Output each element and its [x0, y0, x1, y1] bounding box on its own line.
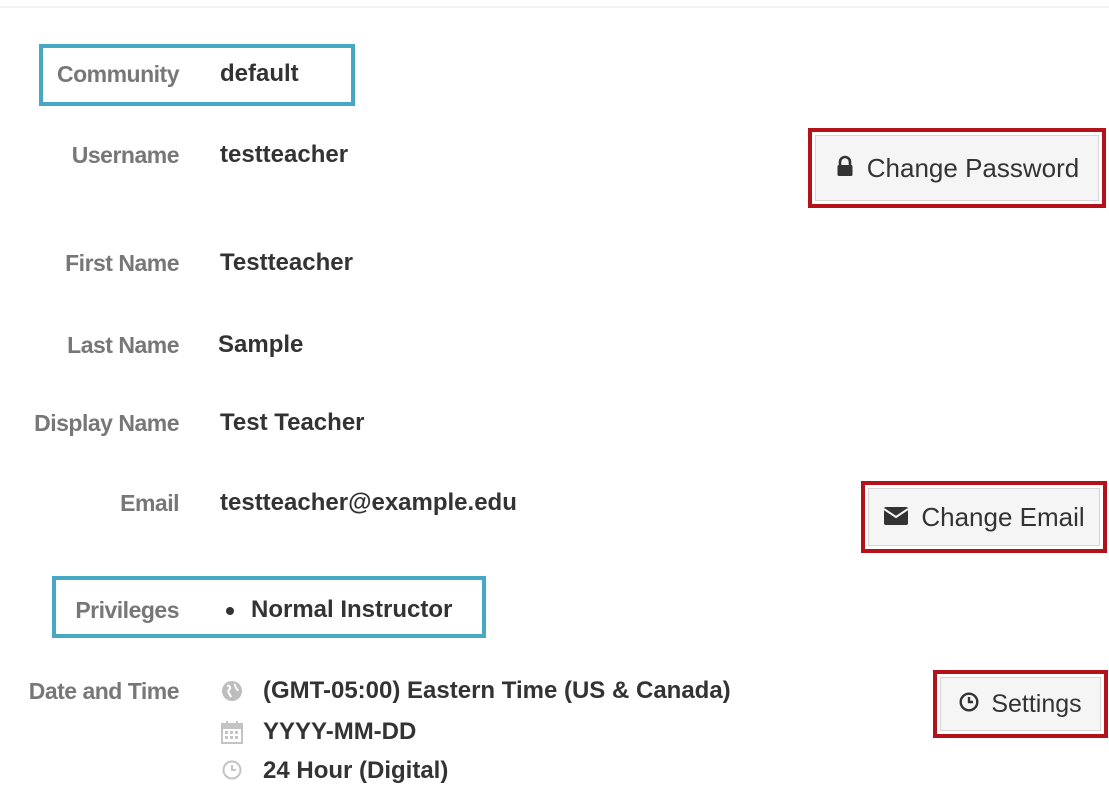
time-format-value: 24 Hour (Digital) — [263, 757, 449, 784]
settings-button[interactable]: Settings — [940, 677, 1101, 731]
settings-label: Settings — [991, 689, 1082, 718]
calendar-icon — [221, 720, 243, 749]
change-password-button[interactable]: Change Password — [815, 135, 1099, 201]
date-format-value: YYYY-MM-DD — [263, 718, 417, 745]
first-name-label: First Name — [65, 250, 179, 276]
lock-icon — [835, 153, 855, 184]
display-name-label: Display Name — [34, 410, 179, 436]
email-value: testteacher@example.edu — [220, 489, 517, 516]
profile-page: Community default Username testteacher C… — [0, 0, 1109, 803]
username-label: Username — [71, 142, 180, 168]
community-value: default — [220, 60, 299, 87]
username-value: testteacher — [220, 141, 349, 168]
privilege-item: Normal Instructor — [251, 596, 453, 623]
globe-icon — [221, 680, 243, 707]
timezone-value: (GMT-05:00) Eastern Time (US & Canada) — [263, 677, 731, 704]
last-name-value: Sample — [218, 331, 304, 358]
envelope-icon — [883, 502, 909, 533]
display-name-value: Test Teacher — [220, 409, 365, 436]
change-email-label: Change Email — [921, 501, 1085, 532]
change-password-label: Change Password — [866, 152, 1080, 183]
change-email-button[interactable]: Change Email — [868, 488, 1100, 546]
date-time-label: Date and Time — [28, 678, 180, 704]
clock-icon — [222, 760, 242, 785]
community-label: Community — [57, 61, 180, 87]
clock-icon — [959, 690, 979, 719]
first-name-value: Testteacher — [220, 249, 353, 276]
top-divider — [0, 6, 1109, 8]
email-label: Email — [120, 490, 179, 516]
last-name-label: Last Name — [67, 332, 179, 358]
privilege-bullet — [226, 607, 234, 615]
privileges-label: Privileges — [75, 597, 179, 623]
